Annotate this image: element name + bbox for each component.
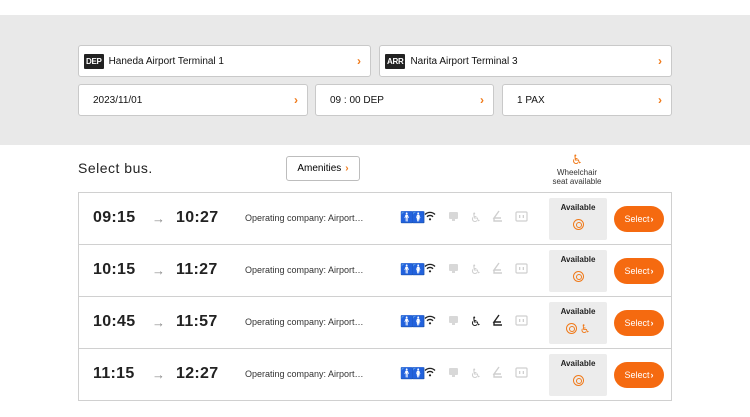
arrival-time: 12:27 bbox=[176, 365, 219, 382]
chevron-right-icon: › bbox=[650, 370, 654, 380]
departure-time: 10:15 bbox=[93, 261, 136, 278]
monitor-icon bbox=[448, 262, 459, 278]
operating-company: Operating company: Airport… bbox=[245, 265, 364, 275]
pax-value: 1 PAX bbox=[517, 94, 545, 106]
availability-box: Available bbox=[549, 198, 607, 240]
select-label: Select bbox=[624, 370, 650, 380]
chevron-right-icon: › bbox=[357, 54, 361, 68]
chevron-right-icon: › bbox=[345, 163, 349, 174]
arrow-right-icon: → bbox=[152, 263, 165, 278]
select-label: Select bbox=[624, 214, 650, 224]
power-outlet-icon bbox=[515, 262, 528, 278]
chevron-right-icon: › bbox=[294, 93, 298, 107]
bus-list: 09:15 → 10:27 Operating company: Airport… bbox=[78, 192, 672, 401]
availability-box: Available ♿ bbox=[549, 302, 607, 344]
double-circle-icon bbox=[572, 219, 584, 231]
bus-row: 10:45 → 11:57 Operating company: Airport… bbox=[78, 297, 672, 349]
power-outlet-icon bbox=[515, 314, 528, 330]
availability-label: Available bbox=[560, 307, 596, 316]
chevron-right-icon: › bbox=[480, 93, 484, 107]
search-panel: DEP Haneda Airport Terminal 1 › ARR Nari… bbox=[0, 15, 750, 145]
time-value: 09 : 00 DEP bbox=[330, 94, 384, 106]
departure-time: 10:45 bbox=[93, 313, 136, 330]
arrow-right-icon: → bbox=[152, 315, 165, 330]
arrow-right-icon: → bbox=[152, 211, 165, 226]
toilet-icon: 🚹🚺 bbox=[400, 368, 425, 380]
select-button[interactable]: Select › bbox=[614, 206, 664, 232]
select-button[interactable]: Select › bbox=[614, 362, 664, 388]
wheelchair-icon: ♿ bbox=[470, 314, 482, 329]
wheelchair-icon: ♿ bbox=[470, 366, 482, 381]
wheelchair-legend-line1: Wheelchair bbox=[556, 168, 597, 177]
reclining-seat-icon bbox=[491, 366, 504, 383]
arrow-right-icon: → bbox=[152, 367, 165, 382]
bus-row: 10:15 → 11:27 Operating company: Airport… bbox=[78, 245, 672, 297]
chevron-right-icon: › bbox=[650, 318, 654, 328]
power-outlet-icon bbox=[515, 210, 528, 226]
arrival-tag: ARR bbox=[385, 53, 406, 69]
wheelchair-icon: ♿ bbox=[470, 262, 482, 277]
wheelchair-icon: ♿ bbox=[571, 152, 583, 167]
date-value: 2023/11/01 bbox=[93, 94, 143, 106]
pax-field[interactable]: 1 PAX › bbox=[502, 84, 672, 116]
operating-company: Operating company: Airport… bbox=[245, 317, 364, 327]
chevron-right-icon: › bbox=[658, 54, 662, 68]
departure-value: Haneda Airport Terminal 1 bbox=[108, 55, 224, 67]
select-label: Select bbox=[624, 318, 650, 328]
double-circle-icon bbox=[565, 323, 577, 335]
wifi-icon bbox=[424, 210, 436, 226]
reclining-seat-icon bbox=[491, 262, 504, 279]
wheelchair-icon: ♿ bbox=[470, 210, 482, 225]
chevron-right-icon: › bbox=[650, 266, 654, 276]
availability-box: Available bbox=[549, 354, 607, 396]
page-title: Select bus. bbox=[78, 160, 153, 176]
wifi-icon bbox=[424, 366, 436, 382]
bus-row: 09:15 → 10:27 Operating company: Airport… bbox=[78, 192, 672, 245]
date-field[interactable]: 2023/11/01 › bbox=[78, 84, 308, 116]
departure-time: 09:15 bbox=[93, 209, 136, 226]
operating-company: Operating company: Airport… bbox=[245, 369, 364, 379]
double-circle-icon bbox=[572, 271, 584, 283]
availability-label: Available bbox=[560, 359, 596, 368]
wheelchair-icon: ♿ bbox=[579, 321, 591, 336]
monitor-icon bbox=[448, 366, 459, 382]
wheelchair-legend: ♿ Wheelchair seat available bbox=[544, 152, 610, 186]
operating-company: Operating company: Airport… bbox=[245, 213, 364, 223]
arrival-time: 10:27 bbox=[176, 209, 219, 226]
time-field[interactable]: 09 : 00 DEP › bbox=[315, 84, 494, 116]
chevron-right-icon: › bbox=[650, 214, 654, 224]
arrival-time: 11:27 bbox=[176, 261, 218, 278]
arrival-time: 11:57 bbox=[176, 313, 218, 330]
departure-field[interactable]: DEP Haneda Airport Terminal 1 › bbox=[78, 45, 371, 77]
wifi-icon bbox=[424, 262, 436, 278]
select-label: Select bbox=[624, 266, 650, 276]
arrival-field[interactable]: ARR Narita Airport Terminal 3 › bbox=[379, 45, 672, 77]
bus-row: 11:15 → 12:27 Operating company: Airport… bbox=[78, 349, 672, 401]
monitor-icon bbox=[448, 210, 459, 226]
power-outlet-icon bbox=[515, 366, 528, 382]
wheelchair-legend-line2: seat available bbox=[552, 177, 602, 186]
amenities-label: Amenities bbox=[297, 163, 342, 174]
monitor-icon bbox=[448, 314, 459, 330]
toilet-icon: 🚹🚺 bbox=[400, 212, 425, 224]
departure-time: 11:15 bbox=[93, 365, 135, 382]
select-button[interactable]: Select › bbox=[614, 310, 664, 336]
availability-box: Available bbox=[549, 250, 607, 292]
double-circle-icon bbox=[572, 375, 584, 387]
chevron-right-icon: › bbox=[658, 93, 662, 107]
toilet-icon: 🚹🚺 bbox=[400, 264, 425, 276]
availability-label: Available bbox=[560, 255, 596, 264]
reclining-seat-icon bbox=[491, 210, 504, 227]
amenities-button[interactable]: Amenities › bbox=[286, 156, 360, 181]
arrival-value: Narita Airport Terminal 3 bbox=[410, 55, 518, 67]
toilet-icon: 🚹🚺 bbox=[400, 316, 425, 328]
wifi-icon bbox=[424, 314, 436, 330]
select-button[interactable]: Select › bbox=[614, 258, 664, 284]
availability-label: Available bbox=[560, 203, 596, 212]
departure-tag: DEP bbox=[84, 53, 104, 69]
reclining-seat-icon bbox=[491, 314, 504, 331]
